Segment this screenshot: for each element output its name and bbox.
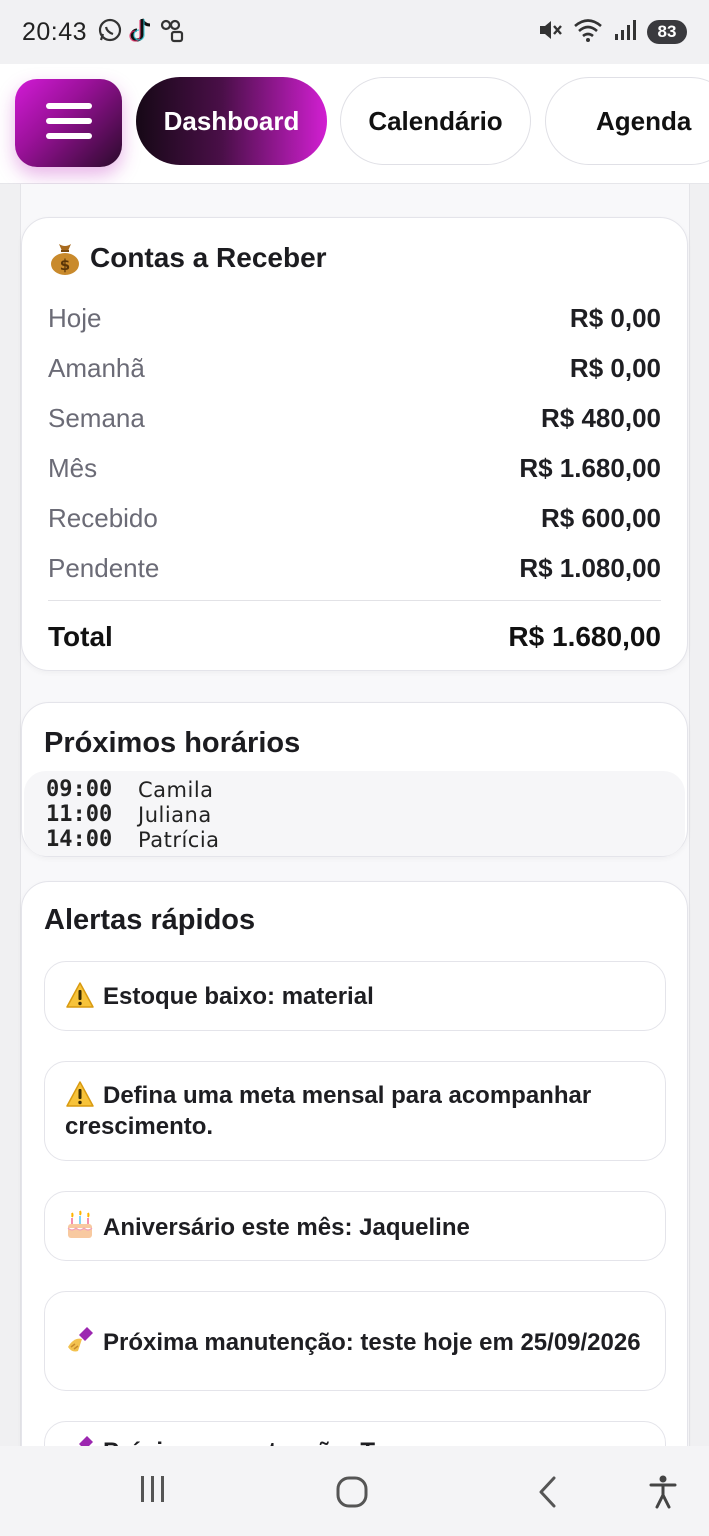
app-screen: 20:43 83 Dashboard Calendário Agenda $ C… (0, 0, 709, 1536)
receivables-title: Contas a Receber (90, 242, 327, 273)
alert-text: Aniversário este mês: Jaqueline (103, 1213, 470, 1241)
wifi-icon (573, 17, 603, 48)
appointment-client: Juliana (138, 802, 212, 827)
svg-text:$: $ (60, 256, 70, 274)
alert-item[interactable]: Defina uma meta mensal para acompanhar c… (44, 1061, 666, 1161)
tab-calendario[interactable]: Calendário (340, 77, 531, 165)
receivable-row-hoje: Hoje R$ 0,00 (48, 293, 661, 343)
total-divider (48, 600, 661, 601)
receivable-row-amanha: Amanhã R$ 0,00 (48, 343, 661, 393)
accessibility-button[interactable] (645, 1474, 681, 1514)
nail-polish-icon (65, 1325, 97, 1355)
row-label: Amanhã (48, 352, 145, 383)
appointment-time: 09:00 (46, 777, 113, 802)
tiktok-icon (129, 17, 153, 48)
row-label: Hoje (48, 302, 102, 333)
row-label: Recebido (48, 502, 158, 533)
hamburger-menu-icon (45, 101, 92, 146)
upcoming-list: 09:00 Camila 11:00 Juliana 14:00 Patríci… (24, 771, 685, 856)
row-value: R$ 0,00 (569, 352, 661, 383)
alert-item[interactable]: Aniversário este mês: Jaqueline (44, 1191, 666, 1261)
appointment-time: 11:00 (46, 802, 113, 827)
menu-button[interactable] (15, 79, 122, 167)
receivables-card: $ Contas a Receber Hoje R$ 0,00 Amanhã R… (21, 217, 688, 671)
mute-icon (537, 17, 563, 48)
row-label: Mês (48, 452, 98, 483)
list-item[interactable]: 09:00 Camila (46, 777, 685, 802)
receivable-total-row: Total R$ 1.680,00 (48, 612, 661, 662)
row-value: R$ 480,00 (541, 402, 661, 433)
receivable-row-recebido: Recebido R$ 600,00 (48, 493, 661, 543)
signal-icon (613, 18, 637, 47)
back-button[interactable] (532, 1474, 562, 1514)
upcoming-title: Próximos horários (44, 727, 301, 759)
list-item[interactable]: 11:00 Juliana (46, 802, 685, 827)
receivables-header: $ Contas a Receber (48, 240, 327, 276)
list-item[interactable]: 14:00 Patrícia (46, 827, 685, 852)
status-left-icons (97, 17, 185, 48)
status-time: 20:43 (22, 17, 88, 46)
recent-apps-icon (135, 1474, 169, 1509)
alert-text: Defina uma meta mensal para acompanhar c… (65, 1082, 592, 1140)
warning-icon (65, 981, 97, 1011)
receivable-row-mes: Mês R$ 1.680,00 (48, 443, 661, 493)
alert-item[interactable]: Estoque baixo: material (44, 961, 666, 1031)
quick-alerts-card: Alertas rápidos Estoque baixo: material … (21, 881, 688, 1491)
receivable-row-pendente: Pendente R$ 1.080,00 (48, 543, 661, 593)
money-bag-icon: $ (48, 240, 82, 276)
receivables-rows: Hoje R$ 0,00 Amanhã R$ 0,00 Semana R$ 48… (48, 293, 661, 593)
system-navigation-bar (0, 1446, 709, 1536)
link-icon (159, 17, 185, 48)
row-value: R$ 1.680,00 (519, 452, 661, 483)
row-label: Semana (48, 402, 145, 433)
whatsapp-icon (97, 17, 123, 48)
alert-item[interactable]: Próxima manutenção: teste hoje em 25/09/… (44, 1291, 666, 1391)
status-right-icons: 83 (537, 17, 687, 48)
back-icon (536, 1475, 558, 1514)
alerts-title: Alertas rápidos (44, 904, 256, 936)
upcoming-appointments-card: Próximos horários 09:00 Camila 11:00 Jul… (21, 702, 688, 857)
appointment-client: Camila (138, 777, 214, 802)
recent-apps-button[interactable] (132, 1474, 172, 1509)
row-label: Pendente (48, 552, 160, 583)
alert-text: Estoque baixo: material (103, 982, 374, 1010)
receivable-row-semana: Semana R$ 480,00 (48, 393, 661, 443)
tab-dashboard[interactable]: Dashboard (136, 77, 327, 165)
accessibility-icon (648, 1474, 678, 1515)
total-value: R$ 1.680,00 (508, 621, 661, 652)
status-bar: 20:43 83 (0, 0, 709, 64)
total-label: Total (48, 621, 113, 652)
appointment-client: Patrícia (138, 827, 220, 852)
row-value: R$ 0,00 (569, 302, 661, 333)
birthday-cake-icon (65, 1210, 97, 1240)
alert-text: Próxima manutenção: teste hoje em 25/09/… (103, 1328, 641, 1356)
battery-indicator: 83 (647, 20, 687, 44)
appointment-time: 14:00 (46, 827, 113, 852)
home-button[interactable] (332, 1474, 372, 1514)
top-navigation: Dashboard Calendário Agenda (0, 64, 709, 184)
home-icon (335, 1475, 369, 1514)
warning-icon (65, 1080, 97, 1110)
tab-agenda[interactable]: Agenda (545, 77, 709, 165)
row-value: R$ 1.080,00 (519, 552, 661, 583)
row-value: R$ 600,00 (541, 502, 661, 533)
